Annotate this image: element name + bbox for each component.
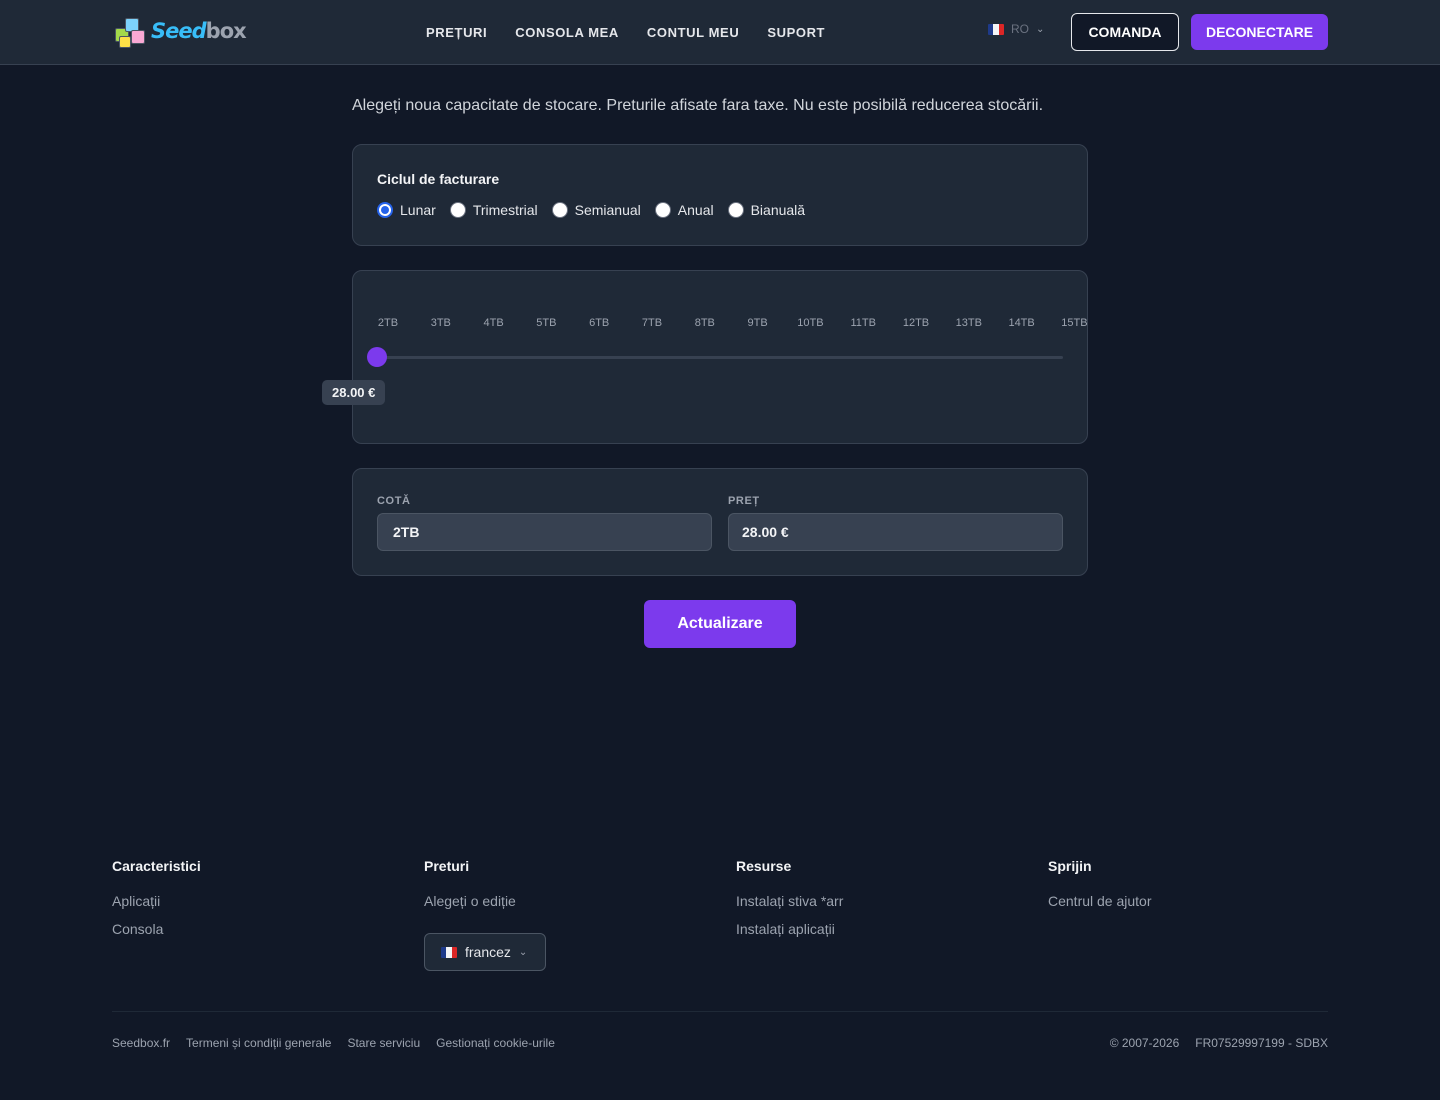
order-button[interactable]: COMANDA xyxy=(1071,13,1179,51)
footer-col-pricing: Preturi Alegeți o ediție xyxy=(424,858,704,921)
footer-col-resources: Resurse Instalați stiva *arr Instalați a… xyxy=(736,858,1016,949)
slider-tick-label: 9TB xyxy=(747,317,768,329)
billing-option-quarterly[interactable]: Trimestrial xyxy=(449,202,538,218)
footer-col-features: Caracteristici Aplicații Consola xyxy=(112,858,392,949)
footer-link-help-center[interactable]: Centrul de ajutor xyxy=(1048,893,1328,909)
nav-my-console[interactable]: CONSOLA MEA xyxy=(515,25,619,40)
price-field: 28.00 € xyxy=(728,513,1063,551)
billing-option-annual[interactable]: Anual xyxy=(654,202,714,218)
chevron-down-icon: ⌄ xyxy=(518,946,528,958)
language-switcher[interactable]: RO ⌄ xyxy=(988,22,1044,36)
footer-col-support: Sprijin Centrul de ajutor xyxy=(1048,858,1328,921)
billing-option-semiannual[interactable]: Semianual xyxy=(551,202,641,218)
header: Seedbox PREȚURI CONSOLA MEA CONTUL MEU S… xyxy=(0,0,1440,65)
nav-my-account[interactable]: CONTUL MEU xyxy=(647,25,739,40)
slider-tick-label: 7TB xyxy=(641,317,663,329)
slider-tick-label: 5TB xyxy=(536,317,557,329)
slider-tick-label: 6TB xyxy=(589,317,610,329)
footer-link-home[interactable]: Seedbox.fr xyxy=(112,1036,170,1050)
footer-col-title: Caracteristici xyxy=(112,858,201,874)
slider-price-tooltip: 28.00 € xyxy=(322,380,386,405)
footer-link-install-arr[interactable]: Instalați stiva *arr xyxy=(736,893,1016,909)
flag-icon xyxy=(441,946,457,958)
footer-col-title: Sprijin xyxy=(1048,858,1092,874)
slider-tick-label: 3TB xyxy=(430,317,451,329)
radio[interactable] xyxy=(551,202,568,218)
quota-label: COTĂ xyxy=(377,495,411,507)
footer-link-status[interactable]: Stare serviciu xyxy=(347,1036,420,1050)
billing-cycle-title: Ciclul de facturare xyxy=(377,171,500,187)
nav-support[interactable]: SUPORT xyxy=(767,25,825,40)
logo-text: Seedbox xyxy=(151,19,247,43)
slider-tick-label: 11TB xyxy=(850,317,876,329)
footer-link-apps[interactable]: Aplicații xyxy=(112,893,392,909)
footer-link-choose-edition[interactable]: Alegeți o ediție xyxy=(424,893,704,909)
quota-field: 2TB xyxy=(377,513,712,551)
price-label: PREȚ xyxy=(728,495,760,507)
slider-tick-label: 2TB xyxy=(377,317,399,329)
slider-tick-labels: 2TB 3TB 4TB 5TB 6TB 7TB 8TB 9TB 10TB 11TB 12TB 13TB… xyxy=(353,317,1089,333)
slider-handle[interactable] xyxy=(367,347,387,367)
footer-language-select[interactable]: francez ⌄ xyxy=(424,933,546,971)
radio[interactable] xyxy=(654,202,671,218)
main-nav: PREȚURI CONSOLA MEA CONTUL MEU SUPORT xyxy=(426,0,853,64)
radio[interactable] xyxy=(727,202,744,218)
slider-track[interactable] xyxy=(377,356,1063,359)
company-id: FR07529997199 - SDBX xyxy=(1195,1036,1328,1050)
footer-link-cookies[interactable]: Gestionați cookie-urile xyxy=(436,1036,555,1050)
footer-divider xyxy=(112,1011,1328,1012)
summary-card: COTĂ 2TB PREȚ 28.00 € xyxy=(352,468,1088,576)
footer-language-value: francez xyxy=(465,944,511,960)
cubes-logo-icon xyxy=(113,14,149,48)
intro-text: Alegeți noua capacitate de stocare. Pret… xyxy=(352,97,1044,114)
slider-tick-label: 13TB xyxy=(955,317,982,329)
slider-tick-label: 12TB xyxy=(902,317,930,329)
logout-button[interactable]: DECONECTARE xyxy=(1191,14,1328,50)
billing-option-monthly[interactable]: Lunar xyxy=(377,202,436,218)
language-code: RO xyxy=(1011,22,1029,36)
copyright: © 2007-2026 xyxy=(1109,1036,1180,1050)
storage-slider-card: 2TB 3TB 4TB 5TB 6TB 7TB 8TB 9TB 10TB 11TB 12TB 13TB… xyxy=(322,270,1089,444)
slider-tick-label: 15TB xyxy=(1061,317,1088,329)
footer-link-terms[interactable]: Termeni și condiții generale xyxy=(186,1036,331,1050)
slider-tick-label: 14TB xyxy=(1008,317,1035,329)
billing-cycle-card: Ciclul de facturare Lunar Trimestrial Se… xyxy=(352,144,1088,246)
footer-link-console[interactable]: Consola xyxy=(112,921,392,937)
footer-col-title: Preturi xyxy=(424,858,470,874)
flag-icon xyxy=(988,23,1004,35)
billing-option-biennial[interactable]: Bianuală xyxy=(727,202,805,218)
slider-tick-label: 4TB xyxy=(483,317,504,329)
footer-bottom-links: Seedbox.fr Termeni și condiții generale … xyxy=(112,1036,571,1050)
radio[interactable] xyxy=(449,202,466,218)
seedbox-logo[interactable]: Seedbox xyxy=(113,14,248,48)
billing-cycle-options: Lunar Trimestrial Semianual Anual Bianua… xyxy=(377,202,819,218)
nav-pricing[interactable]: PREȚURI xyxy=(426,25,487,40)
chevron-down-icon: ⌄ xyxy=(1036,23,1045,35)
footer-link-install-apps[interactable]: Instalați aplicații xyxy=(736,921,1016,937)
footer-legal: © 2007-2026 FR07529997199 - SDBX xyxy=(1094,1036,1328,1050)
update-button[interactable]: Actualizare xyxy=(644,600,796,648)
radio-checked[interactable] xyxy=(377,202,393,218)
slider-tick-label: 8TB xyxy=(694,317,715,329)
footer-col-title: Resurse xyxy=(736,858,792,874)
slider-tick-label: 10TB xyxy=(797,317,824,329)
